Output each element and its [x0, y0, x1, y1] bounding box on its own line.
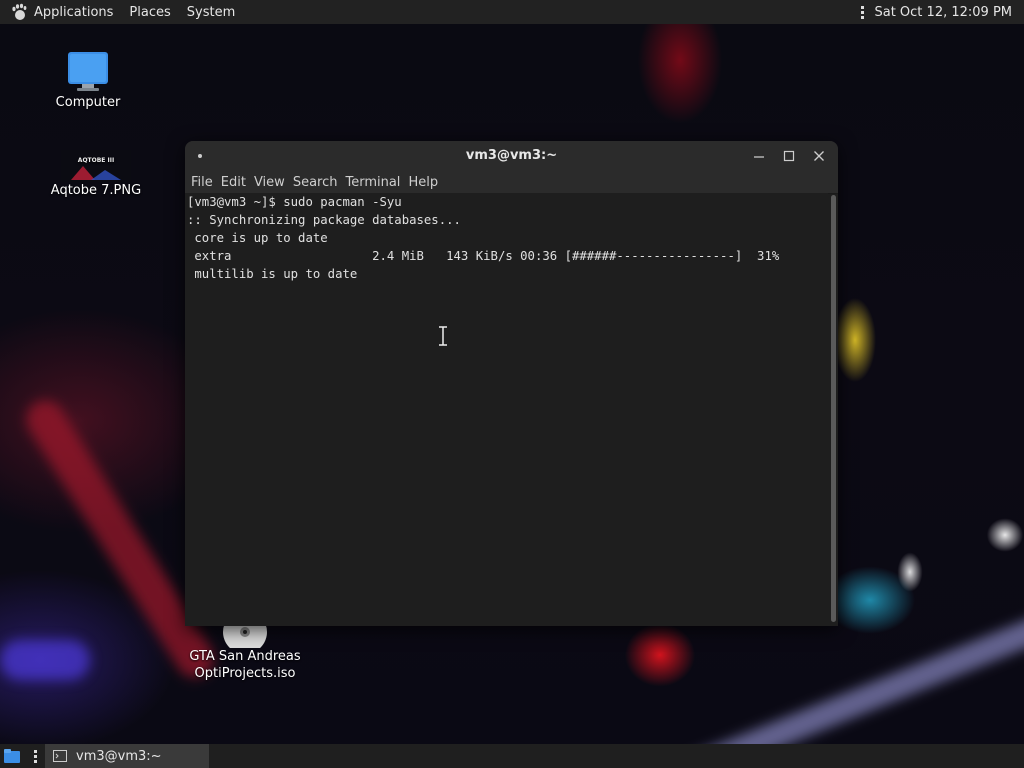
text-cursor-icon [439, 326, 447, 346]
terminal-output[interactable]: [vm3@vm3 ~]$ sudo pacman -Syu :: Synchro… [185, 193, 828, 626]
show-desktop-icon [4, 749, 20, 763]
terminal-icon [53, 750, 67, 762]
image-file-icon: AQTOBE III [61, 150, 131, 182]
maximize-button[interactable] [774, 141, 804, 171]
panel-handle[interactable] [34, 749, 37, 763]
applications-menu-label: Applications [34, 4, 114, 20]
minimize-button[interactable] [744, 141, 774, 171]
desktop-icon-label: Aqtobe 7.PNG [50, 183, 142, 198]
menu-view[interactable]: View [251, 175, 288, 190]
top-panel: Applications Places System Sat Oct 12, 1… [0, 0, 1024, 24]
bottom-panel: vm3@vm3:~ [0, 744, 1024, 768]
menu-terminal[interactable]: Terminal [342, 175, 403, 190]
desktop-icon-aqtobe-png[interactable]: AQTOBE III Aqtobe 7.PNG [50, 150, 142, 199]
places-menu[interactable]: Places [121, 0, 178, 24]
close-button[interactable] [804, 141, 834, 171]
wallpaper-streak [0, 640, 90, 680]
window-title: vm3@vm3:~ [465, 148, 558, 163]
menu-file[interactable]: File [188, 175, 216, 190]
computer-icon [68, 52, 108, 91]
desktop-icon-label-line1: GTA San Andreas [189, 649, 301, 664]
places-menu-label: Places [129, 4, 171, 20]
svg-text:AQTOBE III: AQTOBE III [78, 157, 114, 164]
terminal-window[interactable]: vm3@vm3:~ File Edit View Search Terminal… [185, 141, 838, 626]
menu-search[interactable]: Search [290, 175, 341, 190]
terminal-scrollbar[interactable] [831, 195, 836, 622]
desktop-icon-label-line2: OptiProjects.iso [194, 666, 296, 681]
clock[interactable]: Sat Oct 12, 12:09 PM [874, 5, 1024, 20]
taskbar-item-terminal[interactable]: vm3@vm3:~ [45, 744, 209, 768]
close-icon [814, 151, 824, 161]
terminal-menubar: File Edit View Search Terminal Help [185, 171, 838, 194]
menu-help[interactable]: Help [405, 175, 441, 190]
gnome-foot-icon [12, 3, 27, 20]
show-desktop-button[interactable] [0, 744, 24, 768]
applications-menu[interactable]: Applications [0, 0, 121, 24]
maximize-icon [783, 150, 795, 162]
menu-edit[interactable]: Edit [218, 175, 249, 190]
terminal-line: core is up to date [187, 231, 328, 245]
window-titlebar[interactable]: vm3@vm3:~ [185, 141, 838, 171]
desktop-icon-computer[interactable]: Computer [50, 50, 126, 111]
terminal-line: [vm3@vm3 ~]$ sudo pacman -Syu [187, 195, 402, 209]
taskbar-item-label: vm3@vm3:~ [76, 748, 162, 764]
terminal-line: multilib is up to date [187, 267, 358, 281]
system-menu-label: System [186, 4, 236, 20]
desktop-icon-gta-iso[interactable]: GTA San Andreas OptiProjects.iso [186, 618, 304, 682]
system-menu[interactable]: System [179, 0, 243, 24]
panel-handle[interactable] [861, 5, 874, 19]
desktop-icon-label: Computer [55, 95, 121, 110]
terminal-line: extra 2.4 MiB 143 KiB/s 00:36 [######---… [187, 249, 780, 263]
minimize-icon [754, 156, 764, 158]
terminal-line: :: Synchronizing package databases... [187, 213, 461, 227]
